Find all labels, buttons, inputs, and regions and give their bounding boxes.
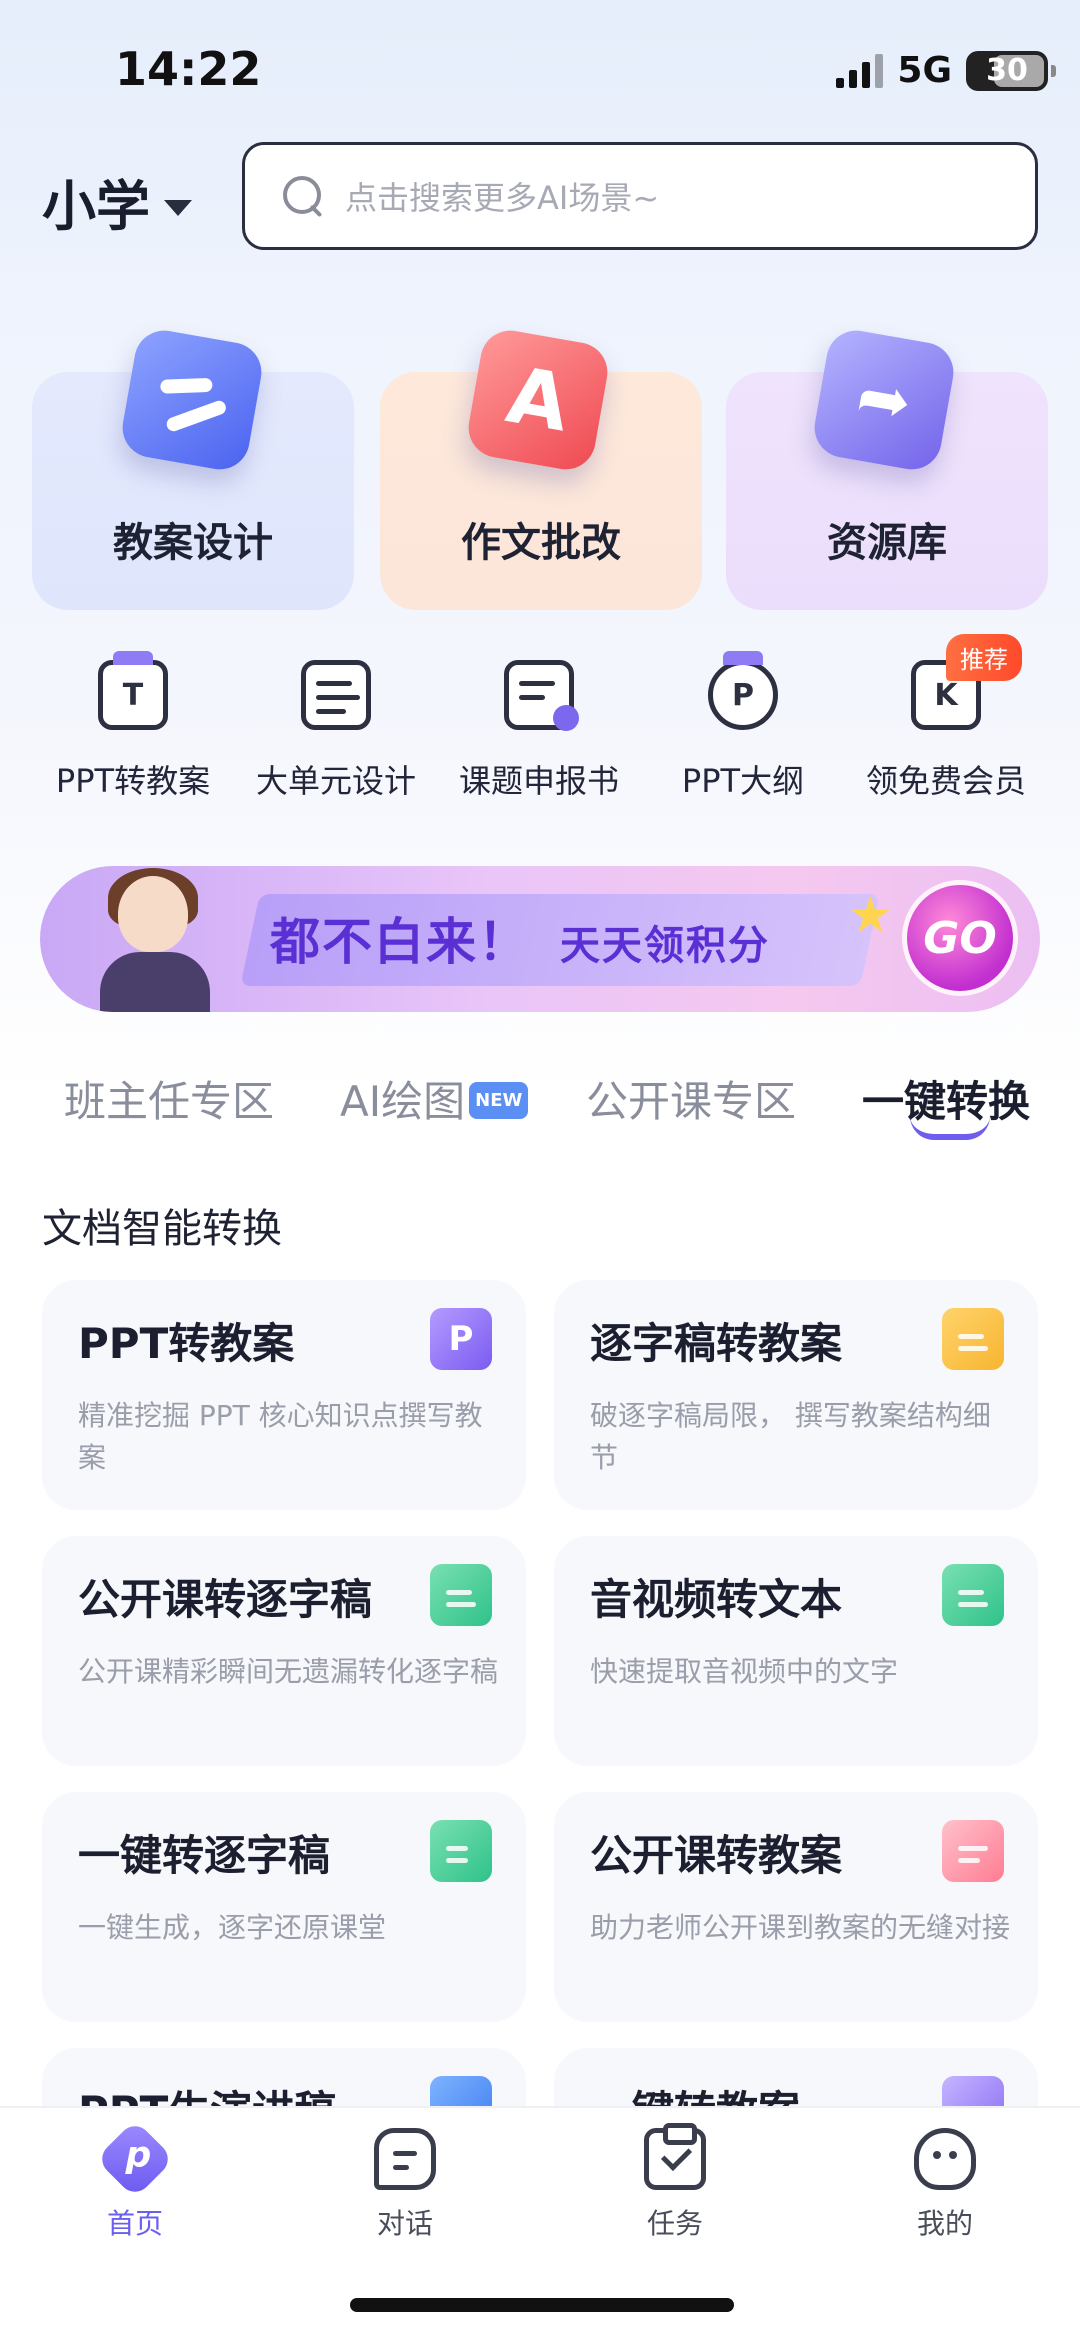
card-title: PPT转教案 [78,1319,295,1368]
robot-avatar-icon [914,2128,976,2190]
recommend-badge: 推荐 [946,634,1022,681]
tool-label: 大单元设计 [255,762,416,800]
go-button[interactable]: GO [902,880,1018,996]
document-icon [942,1308,1004,1370]
caret-down-icon [164,199,192,216]
search-input[interactable]: 点击搜索更多AI场景~ [242,142,1038,250]
star-icon: ★ [848,886,893,944]
card-desc: 破逐字稿局限， 撰写教案结构细节 [590,1399,991,1474]
media-text-icon [942,1564,1004,1626]
convert-card-av-to-text[interactable]: 音视频转文本 快速提取音视频中的文字 [554,1536,1038,1766]
convert-card-ppt-to-lesson[interactable]: PPT转教案 精准挖掘 PPT 核心知识点撰写教案 P [42,1280,526,1510]
new-badge: NEW [469,1082,529,1119]
tool-project-report[interactable]: 课题申报书 [444,660,634,802]
unit-design-icon [301,660,371,730]
transcript-icon [430,1564,492,1626]
card-desc: 助力老师公开课到教案的无缝对接 [590,1911,1011,1944]
nav-label: 首页 [106,2207,163,2240]
promo-banner[interactable]: 都不白来！ 天天领积分 ★ GO [40,866,1040,1012]
tool-label: PPT转教案 [55,762,211,800]
ppt-icon: P [430,1308,492,1370]
tab-head-teacher[interactable]: 班主任专区 [64,1068,274,1129]
feature-label: 作文批改 [461,520,621,566]
card-title: 公开课转教案 [590,1831,843,1880]
card-title: 一键转逐字稿 [78,1831,331,1880]
chat-icon [374,2128,436,2190]
tool-ppt-to-lesson[interactable]: T PPT转教案 [38,651,228,802]
status-bar: 14:22 5G 30 [0,0,1080,140]
home-icon [95,2119,175,2199]
report-icon [504,660,579,731]
home-indicator [350,2298,734,2312]
nav-label: 任务 [646,2207,703,2240]
tool-free-membership[interactable]: K 领免费会员 [851,660,1041,802]
tool-icon-letter: P [732,677,754,713]
transcript-file-icon [430,1820,492,1882]
letter-a-icon: A [463,325,613,475]
presentation-icon [942,1820,1004,1882]
card-desc: 精准挖掘 PPT 核心知识点撰写教案 [78,1399,483,1474]
grade-selector[interactable]: 小学 [42,162,192,241]
card-desc: 快速提取音视频中的文字 [590,1655,899,1688]
ppt-p-icon: P [708,651,778,730]
tool-label: PPT大纲 [681,762,805,800]
nav-tasks[interactable]: 任务 [575,2123,775,2242]
tool-label: 课题申报书 [458,762,619,800]
signal-icon [836,53,884,88]
active-tab-indicator [910,1116,990,1140]
status-time: 14:22 [115,42,262,96]
nav-chat[interactable]: 对话 [305,2128,505,2242]
convert-card-one-click-transcript[interactable]: 一键转逐字稿 一键生成，逐字还原课堂 [42,1792,526,2022]
tool-unit-design[interactable]: 大单元设计 [241,660,431,802]
category-tabs: 班主任专区 AI绘图 NEW 公开课专区 一键转换 [0,1068,1080,1148]
network-type: 5G [897,50,952,91]
battery-icon: 30 [966,50,1056,91]
convert-card-class-to-lesson[interactable]: 公开课转教案 助力老师公开课到教案的无缝对接 [554,1792,1038,2022]
tool-icon-letter: T [122,677,144,713]
nav-label: 我的 [916,2207,973,2240]
battery-level: 30 [986,53,1028,88]
teacher-illustration [80,866,220,1012]
search-placeholder: 点击搜索更多AI场景~ [345,179,660,217]
lesson-plan-icon [117,325,267,475]
tab-open-class[interactable]: 公开课专区 [586,1068,796,1129]
search-icon [283,176,323,216]
status-indicators: 5G 30 [836,50,1056,91]
convert-card-class-to-transcript[interactable]: 公开课转逐字稿 公开课精彩瞬间无遗漏转化逐字稿 [42,1536,526,1766]
banner-sub: 天天领积分 [560,923,770,969]
card-desc: 公开课精彩瞬间无遗漏转化逐字稿 [78,1655,499,1688]
grade-label: 小学 [42,175,150,238]
card-title: 公开课转逐字稿 [78,1575,373,1624]
section-title: 文档智能转换 [42,1206,282,1252]
nav-me[interactable]: 我的 [845,2128,1045,2242]
tab-ai-drawing[interactable]: AI绘图 NEW [340,1068,529,1129]
tool-label: 领免费会员 [865,762,1026,800]
nav-home[interactable]: 首页 [35,2119,235,2242]
folder-share-icon: ➦ [809,325,959,475]
card-title: 逐字稿转教案 [590,1319,843,1368]
nav-label: 对话 [376,2207,433,2240]
clipboard-check-icon [644,2123,706,2190]
banner-text: 都不白来！ 天天领积分 [270,902,770,974]
tab-label: AI绘图 [340,1077,466,1126]
convert-card-transcript-to-lesson[interactable]: 逐字稿转教案 破逐字稿局限， 撰写教案结构细节 [554,1280,1038,1510]
card-desc: 一键生成，逐字还原课堂 [78,1911,387,1944]
feature-label: 资源库 [827,520,947,566]
tool-ppt-outline[interactable]: P PPT大纲 [648,651,838,802]
banner-main: 都不白来！ [270,913,530,971]
ppt-t-icon: T [98,651,168,730]
card-title: 音视频转文本 [590,1575,843,1624]
feature-label: 教案设计 [113,520,273,566]
